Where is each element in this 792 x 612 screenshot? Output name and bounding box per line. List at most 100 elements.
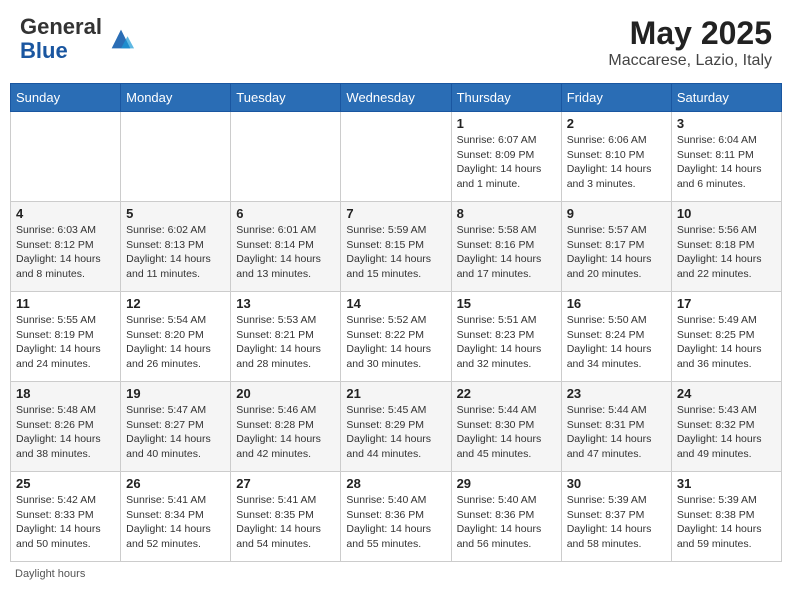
day-number: 4 — [16, 206, 115, 221]
day-number: 28 — [346, 476, 445, 491]
calendar-cell: 14 Sunrise: 5:52 AM Sunset: 8:22 PM Dayli… — [341, 292, 451, 382]
day-info: Sunrise: 5:42 AM Sunset: 8:33 PM Dayligh… — [16, 493, 115, 552]
calendar-week-row: 4 Sunrise: 6:03 AM Sunset: 8:12 PM Daylig… — [11, 202, 782, 292]
day-info: Sunrise: 6:04 AM Sunset: 8:11 PM Dayligh… — [677, 133, 776, 192]
day-number: 29 — [457, 476, 556, 491]
day-info: Sunrise: 5:44 AM Sunset: 8:30 PM Dayligh… — [457, 403, 556, 462]
day-info: Sunrise: 5:43 AM Sunset: 8:32 PM Dayligh… — [677, 403, 776, 462]
day-info: Sunrise: 5:39 AM Sunset: 8:37 PM Dayligh… — [567, 493, 666, 552]
calendar-cell: 12Sunrise: 5:54 AM Sunset: 8:20 PM Dayli… — [121, 292, 231, 382]
day-info: Sunrise: 5:49 AM Sunset: 8:25 PM Dayligh… — [677, 313, 776, 372]
page-container: General Blue May 2025 Maccarese, Lazio, … — [10, 10, 782, 580]
day-number: 16 — [567, 296, 666, 311]
day-info: Sunrise: 5:44 AM Sunset: 8:31 PM Dayligh… — [567, 403, 666, 462]
page-header: General Blue May 2025 Maccarese, Lazio, … — [10, 10, 782, 75]
day-number: 3 — [677, 116, 776, 131]
logo-blue-text: Blue — [20, 38, 68, 63]
day-info: Sunrise: 6:01 AM Sunset: 8:14 PM Dayligh… — [236, 223, 335, 282]
day-number: 13 — [236, 296, 335, 311]
day-number: 9 — [567, 206, 666, 221]
day-info: Sunrise: 6:07 AM Sunset: 8:09 PM Dayligh… — [457, 133, 556, 192]
calendar-cell: 16 Sunrise: 5:50 AM Sunset: 8:24 PM Dayli… — [561, 292, 671, 382]
calendar-cell: 2Sunrise: 6:06 AM Sunset: 8:10 PM Daylig… — [561, 112, 671, 202]
day-info: Sunrise: 5:45 AM Sunset: 8:29 PM Dayligh… — [346, 403, 445, 462]
calendar-cell: 31 Sunrise: 5:39 AM Sunset: 8:38 PM Dayli… — [671, 472, 781, 562]
day-number: 5 — [126, 206, 225, 221]
day-number: 10 — [677, 206, 776, 221]
calendar-week-row: 11Sunrise: 5:55 AM Sunset: 8:19 PM Dayli… — [11, 292, 782, 382]
calendar-cell: 7 Sunrise: 5:59 AM Sunset: 8:15 PM Daylig… — [341, 202, 451, 292]
day-number: 12 — [126, 296, 225, 311]
day-number: 6 — [236, 206, 335, 221]
day-number: 14 — [346, 296, 445, 311]
day-number: 31 — [677, 476, 776, 491]
title-block: May 2025 Maccarese, Lazio, Italy — [608, 15, 772, 70]
day-number: 27 — [236, 476, 335, 491]
day-number: 11 — [16, 296, 115, 311]
calendar-cell: 23 Sunrise: 5:44 AM Sunset: 8:31 PM Dayli… — [561, 382, 671, 472]
calendar-week-row: 1 Sunrise: 6:07 AM Sunset: 8:09 PM Daylig… — [11, 112, 782, 202]
day-number: 25 — [16, 476, 115, 491]
day-info: Sunrise: 5:56 AM Sunset: 8:18 PM Dayligh… — [677, 223, 776, 282]
day-info: Sunrise: 5:40 AM Sunset: 8:36 PM Dayligh… — [457, 493, 556, 552]
day-number: 26 — [126, 476, 225, 491]
calendar-day-header: Thursday — [451, 84, 561, 112]
day-info: Sunrise: 5:59 AM Sunset: 8:15 PM Dayligh… — [346, 223, 445, 282]
day-info: Sunrise: 5:39 AM Sunset: 8:38 PM Dayligh… — [677, 493, 776, 552]
logo-icon — [107, 25, 135, 53]
day-info: Sunrise: 6:02 AM Sunset: 8:13 PM Dayligh… — [126, 223, 225, 282]
calendar-header-row: SundayMondayTuesdayWednesdayThursdayFrid… — [11, 84, 782, 112]
calendar-cell: 28 Sunrise: 5:40 AM Sunset: 8:36 PM Dayli… — [341, 472, 451, 562]
calendar-cell: 17 Sunrise: 5:49 AM Sunset: 8:25 PM Dayli… — [671, 292, 781, 382]
day-info: Sunrise: 5:50 AM Sunset: 8:24 PM Dayligh… — [567, 313, 666, 372]
calendar-cell: 15Sunrise: 5:51 AM Sunset: 8:23 PM Dayli… — [451, 292, 561, 382]
logo: General Blue — [20, 15, 135, 63]
calendar-day-header: Monday — [121, 84, 231, 112]
calendar-cell — [231, 112, 341, 202]
calendar-cell: 29 Sunrise: 5:40 AM Sunset: 8:36 PM Dayli… — [451, 472, 561, 562]
day-info: Sunrise: 5:41 AM Sunset: 8:34 PM Dayligh… — [126, 493, 225, 552]
day-info: Sunrise: 6:06 AM Sunset: 8:10 PM Dayligh… — [567, 133, 666, 192]
calendar-cell: 6 Sunrise: 6:01 AM Sunset: 8:14 PM Daylig… — [231, 202, 341, 292]
calendar-week-row: 25 Sunrise: 5:42 AM Sunset: 8:33 PM Dayli… — [11, 472, 782, 562]
calendar-cell: 5 Sunrise: 6:02 AM Sunset: 8:13 PM Daylig… — [121, 202, 231, 292]
day-info: Sunrise: 6:03 AM Sunset: 8:12 PM Dayligh… — [16, 223, 115, 282]
calendar-cell: 20 Sunrise: 5:46 AM Sunset: 8:28 PM Dayli… — [231, 382, 341, 472]
calendar-cell: 22 Sunrise: 5:44 AM Sunset: 8:30 PM Dayli… — [451, 382, 561, 472]
logo-general-text: General — [20, 14, 102, 39]
day-number: 23 — [567, 386, 666, 401]
calendar-cell: 26 Sunrise: 5:41 AM Sunset: 8:34 PM Dayli… — [121, 472, 231, 562]
calendar-cell — [121, 112, 231, 202]
day-number: 7 — [346, 206, 445, 221]
day-info: Sunrise: 5:58 AM Sunset: 8:16 PM Dayligh… — [457, 223, 556, 282]
calendar-cell: 9Sunrise: 5:57 AM Sunset: 8:17 PM Daylig… — [561, 202, 671, 292]
day-info: Sunrise: 5:52 AM Sunset: 8:22 PM Dayligh… — [346, 313, 445, 372]
calendar-cell: 11Sunrise: 5:55 AM Sunset: 8:19 PM Dayli… — [11, 292, 121, 382]
day-number: 17 — [677, 296, 776, 311]
day-info: Sunrise: 5:47 AM Sunset: 8:27 PM Dayligh… — [126, 403, 225, 462]
day-number: 21 — [346, 386, 445, 401]
calendar-cell: 21 Sunrise: 5:45 AM Sunset: 8:29 PM Dayli… — [341, 382, 451, 472]
calendar-footer: Daylight hours — [10, 568, 782, 580]
day-info: Sunrise: 5:53 AM Sunset: 8:21 PM Dayligh… — [236, 313, 335, 372]
day-number: 19 — [126, 386, 225, 401]
day-number: 8 — [457, 206, 556, 221]
day-number: 15 — [457, 296, 556, 311]
calendar-week-row: 18Sunrise: 5:48 AM Sunset: 8:26 PM Dayli… — [11, 382, 782, 472]
day-info: Sunrise: 5:46 AM Sunset: 8:28 PM Dayligh… — [236, 403, 335, 462]
calendar-cell: 24Sunrise: 5:43 AM Sunset: 8:32 PM Dayli… — [671, 382, 781, 472]
calendar-cell: 8 Sunrise: 5:58 AM Sunset: 8:16 PM Daylig… — [451, 202, 561, 292]
day-number: 30 — [567, 476, 666, 491]
calendar-day-header: Saturday — [671, 84, 781, 112]
calendar-day-header: Sunday — [11, 84, 121, 112]
calendar-cell: 27Sunrise: 5:41 AM Sunset: 8:35 PM Dayli… — [231, 472, 341, 562]
day-number: 22 — [457, 386, 556, 401]
calendar-cell: 13 Sunrise: 5:53 AM Sunset: 8:21 PM Dayli… — [231, 292, 341, 382]
calendar-cell: 18Sunrise: 5:48 AM Sunset: 8:26 PM Dayli… — [11, 382, 121, 472]
title-month: May 2025 — [608, 15, 772, 52]
day-number: 18 — [16, 386, 115, 401]
day-number: 20 — [236, 386, 335, 401]
calendar-cell: 19 Sunrise: 5:47 AM Sunset: 8:27 PM Dayli… — [121, 382, 231, 472]
day-info: Sunrise: 5:40 AM Sunset: 8:36 PM Dayligh… — [346, 493, 445, 552]
day-number: 1 — [457, 116, 556, 131]
